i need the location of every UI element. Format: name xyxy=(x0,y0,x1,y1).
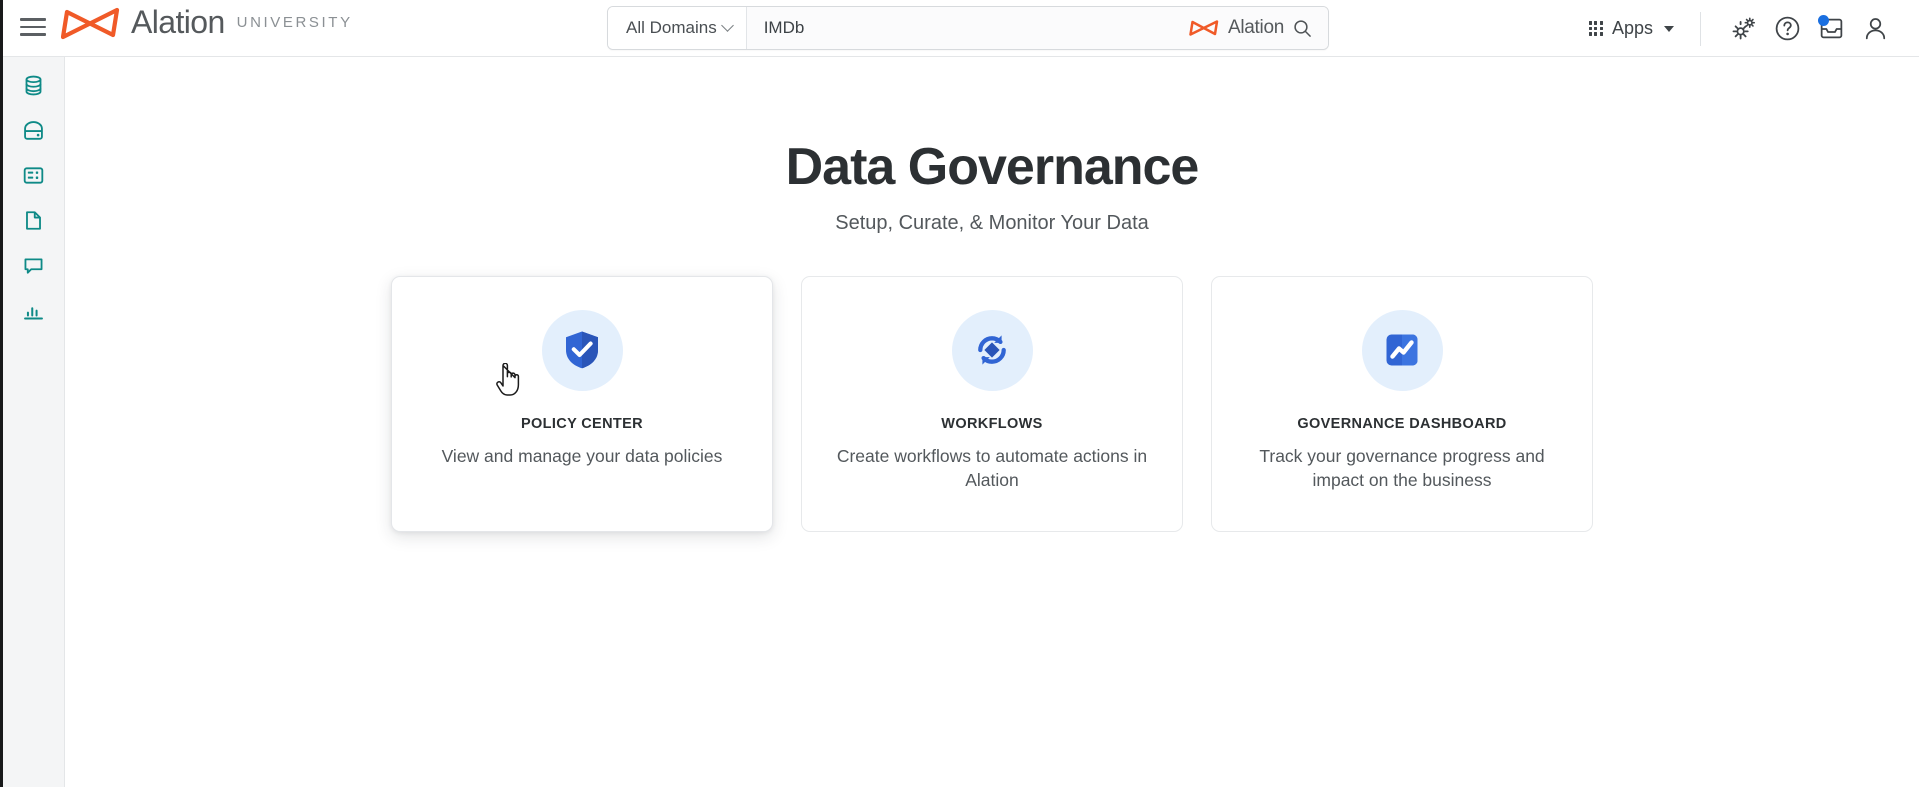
hamburger-menu-icon[interactable] xyxy=(20,13,48,41)
card-governance-dashboard[interactable]: GOVERNANCE DASHBOARD Track your governan… xyxy=(1211,275,1593,532)
card-description: Track your governance progress and impac… xyxy=(1259,445,1545,491)
notification-badge xyxy=(1818,14,1829,26)
brand-suffix: UNIVERSITY xyxy=(236,14,353,31)
user-account-icon[interactable] xyxy=(1853,7,1897,51)
help-question-icon[interactable] xyxy=(1765,7,1809,51)
page-subtitle: Setup, Curate, & Monitor Your Data xyxy=(835,211,1149,234)
card-title: POLICY CENTER xyxy=(521,415,643,432)
settings-gears-icon[interactable] xyxy=(1721,7,1765,51)
sidebar-item-articles[interactable] xyxy=(12,202,56,238)
page-title: Data Governance xyxy=(785,138,1200,196)
sync-arrows-icon xyxy=(978,335,1006,365)
card-description: Create workflows to automate actions in … xyxy=(836,445,1148,491)
sidebar-item-conversations[interactable] xyxy=(12,247,56,283)
inbox-icon[interactable] xyxy=(1809,7,1853,51)
domain-filter-dropdown[interactable]: All Domains xyxy=(608,7,747,49)
header-actions: Apps xyxy=(1579,0,1897,57)
search-input[interactable]: IMDb xyxy=(746,7,1179,49)
document-icon xyxy=(26,210,41,230)
apps-label: Apps xyxy=(1611,18,1653,38)
brand-name: Alation xyxy=(131,4,225,40)
main-content: Data Governance Setup, Curate, & Monitor… xyxy=(65,57,1919,787)
trend-chart-icon xyxy=(1386,334,1418,366)
pointer-hand-cursor xyxy=(496,362,520,396)
sidebar-item-bi-servers[interactable] xyxy=(12,112,56,148)
sidebar-item-catalog-sets[interactable] xyxy=(12,157,56,193)
sidebar-item-analytics[interactable] xyxy=(12,292,56,328)
database-icon xyxy=(25,75,42,95)
card-workflows[interactable]: WORKFLOWS Create workflows to automate a… xyxy=(801,275,1183,532)
table-grid-icon xyxy=(23,166,44,184)
card-title: GOVERNANCE DASHBOARD xyxy=(1297,415,1507,432)
alation-bowtie-logo xyxy=(1189,20,1219,36)
search-brand-label: Alation xyxy=(1228,17,1284,38)
apps-menu-button[interactable]: Apps xyxy=(1579,12,1684,45)
card-description: View and manage your data policies xyxy=(441,445,723,466)
apps-grid-icon xyxy=(1588,21,1603,36)
card-icon-background xyxy=(541,309,623,391)
card-policy-center[interactable]: POLICY CENTER View and manage your data … xyxy=(391,275,773,532)
governance-cards-row: POLICY CENTER View and manage your data … xyxy=(65,275,1919,532)
top-header-bar: Alation UNIVERSITY All Domains IMDb Alat… xyxy=(3,0,1919,57)
brand-logo-link[interactable]: Alation UNIVERSITY xyxy=(61,6,353,41)
chat-bubble-icon xyxy=(24,257,43,274)
bar-chart-icon xyxy=(24,306,43,319)
domain-filter-label: All Domains xyxy=(626,18,717,37)
server-drive-icon xyxy=(24,120,43,140)
global-search-bar[interactable]: All Domains IMDb Alation xyxy=(607,6,1329,50)
chevron-down-icon xyxy=(720,18,734,32)
app-window: Alation UNIVERSITY All Domains IMDb Alat… xyxy=(0,0,1919,787)
search-icon xyxy=(1294,19,1311,37)
header-divider xyxy=(1700,11,1701,46)
card-title: WORKFLOWS xyxy=(941,415,1043,432)
search-submit-button[interactable]: Alation xyxy=(1179,7,1328,49)
shield-check-icon xyxy=(566,331,598,369)
card-icon-background xyxy=(1361,309,1443,391)
card-icon-background xyxy=(951,309,1033,391)
caret-down-icon xyxy=(1664,25,1674,32)
left-sidebar xyxy=(3,57,65,787)
alation-bowtie-logo xyxy=(61,7,120,39)
sidebar-item-data-sources[interactable] xyxy=(12,67,56,103)
